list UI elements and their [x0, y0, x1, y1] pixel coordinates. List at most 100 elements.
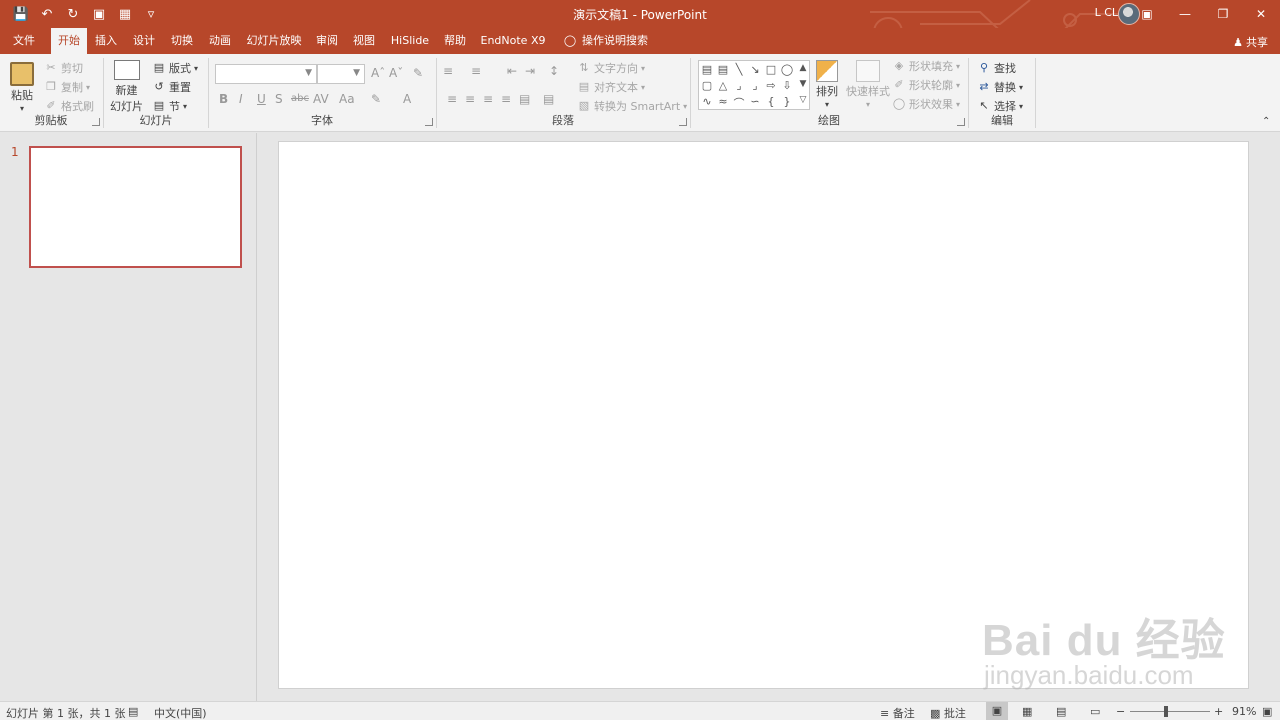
tab-review[interactable]: 审阅	[310, 28, 344, 54]
tab-home[interactable]: 开始	[51, 28, 87, 54]
tab-design[interactable]: 设计	[127, 28, 161, 54]
drawing-launcher[interactable]	[957, 118, 965, 126]
lightbulb-icon[interactable]: ◯	[560, 28, 580, 54]
line-spacing-icon[interactable]: ↕	[549, 64, 559, 78]
rectangle-shape-icon[interactable]: □	[763, 63, 779, 76]
tab-view[interactable]: 视图	[347, 28, 381, 54]
decrease-indent-icon[interactable]: ⇤	[507, 64, 517, 78]
collapse-ribbon-icon[interactable]: ⌃	[1262, 116, 1270, 127]
vertical-textbox-shape-icon[interactable]: ▤	[715, 63, 731, 76]
comments-button[interactable]: ▩ 批注	[930, 705, 966, 720]
distributed-icon[interactable]: ▤	[519, 92, 530, 106]
bold-icon[interactable]: B	[219, 92, 228, 106]
down-arrow-shape-icon[interactable]: ⇩	[779, 79, 795, 92]
numbering-icon[interactable]: ≡	[471, 64, 481, 78]
zoom-level[interactable]: 91%	[1232, 705, 1256, 718]
underline-icon[interactable]: U	[257, 92, 266, 106]
clipboard-launcher[interactable]	[92, 118, 100, 126]
italic-icon[interactable]: I	[239, 92, 243, 106]
tell-me-search[interactable]: 操作说明搜索	[580, 28, 650, 54]
replace-button[interactable]: ⇄ 替换 ▾	[977, 79, 1023, 95]
ribbon-display-options-icon[interactable]: ▣	[1128, 0, 1166, 28]
align-right-icon[interactable]: ≡	[483, 92, 493, 106]
zoom-in-icon[interactable]: +	[1214, 705, 1223, 718]
right-brace-shape-icon[interactable]: }	[779, 95, 795, 108]
bullets-icon[interactable]: ≡	[443, 64, 453, 78]
textbox-shape-icon[interactable]: ▤	[699, 63, 715, 76]
copy-button[interactable]: ❐ 复制 ▾	[44, 79, 90, 95]
oval-shape-icon[interactable]: ◯	[779, 63, 795, 76]
text-direction-button[interactable]: ⇅ 文字方向 ▾	[577, 60, 645, 76]
tab-help[interactable]: 帮助	[438, 28, 472, 54]
increase-indent-icon[interactable]: ⇥	[525, 64, 535, 78]
shapes-gallery[interactable]: ▤ ▤ ╲ ↘ □ ◯ ▢ △ ⌟ ⌟ ⇨ ⇩ ∿ ≈ ⌒ ∽ { } ▲ ▼ …	[698, 60, 810, 110]
left-brace-shape-icon[interactable]: {	[763, 95, 779, 108]
notes-button[interactable]: ≡ 备注	[880, 705, 915, 720]
font-color-icon[interactable]: A	[403, 92, 411, 106]
zoom-slider-thumb[interactable]	[1164, 706, 1168, 717]
right-arrow-shape-icon[interactable]: ⇨	[763, 79, 779, 92]
justify-icon[interactable]: ≡	[501, 92, 511, 106]
reading-view-icon[interactable]: ▤	[1056, 705, 1066, 718]
shape-fill-button[interactable]: ◈ 形状填充 ▾	[892, 58, 960, 74]
tab-insert[interactable]: 插入	[89, 28, 123, 54]
shape-effects-button[interactable]: ◯ 形状效果 ▾	[892, 96, 960, 112]
slide-sorter-icon[interactable]: ▦	[1022, 705, 1032, 718]
shape-outline-button[interactable]: ✐ 形状轮廓 ▾	[892, 77, 960, 93]
change-case-icon[interactable]: Aa	[339, 92, 355, 106]
arrow-line-shape-icon[interactable]: ↘	[747, 63, 763, 76]
tab-transitions[interactable]: 切换	[165, 28, 199, 54]
new-slide-button[interactable]: 新建 幻灯片	[110, 60, 143, 114]
close-icon[interactable]: ✕	[1242, 0, 1280, 28]
slideshow-icon[interactable]: ▭	[1090, 705, 1100, 718]
freeform-shape-icon[interactable]: ∿	[699, 95, 715, 108]
tab-endnote[interactable]: EndNote X9	[478, 28, 548, 54]
quick-styles-button[interactable]: 快速样式 ▾	[846, 60, 890, 109]
curve-shape-icon[interactable]: ∽	[747, 95, 763, 108]
shadow-icon[interactable]: S	[275, 92, 283, 106]
elbow-arrow-shape-icon[interactable]: ⌟	[747, 79, 763, 92]
find-button[interactable]: ⚲ 查找	[977, 60, 1016, 76]
scribble-shape-icon[interactable]: ≈	[715, 95, 731, 108]
normal-view-icon[interactable]: ▣	[986, 702, 1008, 720]
clear-format-icon[interactable]: ✎	[413, 66, 423, 80]
zoom-slider[interactable]	[1130, 711, 1210, 712]
grow-font-icon[interactable]: Aˆ	[371, 66, 385, 80]
font-size-combo[interactable]: ▼	[317, 64, 365, 84]
restore-icon[interactable]: ❐	[1204, 0, 1242, 28]
highlight-icon[interactable]: ✎	[371, 92, 381, 106]
spellcheck-icon[interactable]: ▤	[128, 705, 138, 718]
paragraph-launcher[interactable]	[679, 118, 687, 126]
user-name[interactable]: L CL	[1095, 6, 1118, 19]
gallery-more-icon[interactable]: ▽	[795, 95, 811, 105]
strikethrough-icon[interactable]: abc	[291, 93, 309, 104]
elbow-connector-shape-icon[interactable]: ⌟	[731, 79, 747, 92]
tab-file[interactable]: 文件	[6, 28, 42, 54]
tab-slideshow[interactable]: 幻灯片放映	[243, 28, 305, 54]
minimize-icon[interactable]: —	[1166, 0, 1204, 28]
align-left-icon[interactable]: ≡	[447, 92, 457, 106]
layout-button[interactable]: ▤ 版式 ▾	[152, 60, 198, 76]
gallery-down-icon[interactable]: ▼	[795, 79, 811, 89]
font-name-combo[interactable]: ▼	[215, 64, 317, 84]
share-button[interactable]: ♟ 共享	[1233, 34, 1268, 50]
align-text-button[interactable]: ▤ 对齐文本 ▾	[577, 79, 645, 95]
fit-slide-icon[interactable]: ▣	[1262, 705, 1272, 718]
line-shape-icon[interactable]: ╲	[731, 63, 747, 76]
font-launcher[interactable]	[425, 118, 433, 126]
arrange-button[interactable]: 排列 ▾	[816, 60, 838, 109]
paste-button[interactable]: 粘贴 ▾	[10, 62, 34, 113]
language[interactable]: 中文(中国)	[154, 705, 207, 720]
gallery-up-icon[interactable]: ▲	[795, 63, 811, 73]
align-center-icon[interactable]: ≡	[465, 92, 475, 106]
char-spacing-icon[interactable]: AV	[313, 92, 329, 106]
zoom-out-icon[interactable]: −	[1116, 705, 1125, 718]
shrink-font-icon[interactable]: Aˇ	[389, 66, 403, 80]
rounded-rect-shape-icon[interactable]: ▢	[699, 79, 715, 92]
cut-button[interactable]: ✂ 剪切	[44, 60, 83, 76]
columns-icon[interactable]: ▤	[543, 92, 554, 106]
triangle-shape-icon[interactable]: △	[715, 79, 731, 92]
tab-hislide[interactable]: HiSlide	[387, 28, 433, 54]
tab-animations[interactable]: 动画	[203, 28, 237, 54]
arc-shape-icon[interactable]: ⌒	[731, 95, 747, 111]
